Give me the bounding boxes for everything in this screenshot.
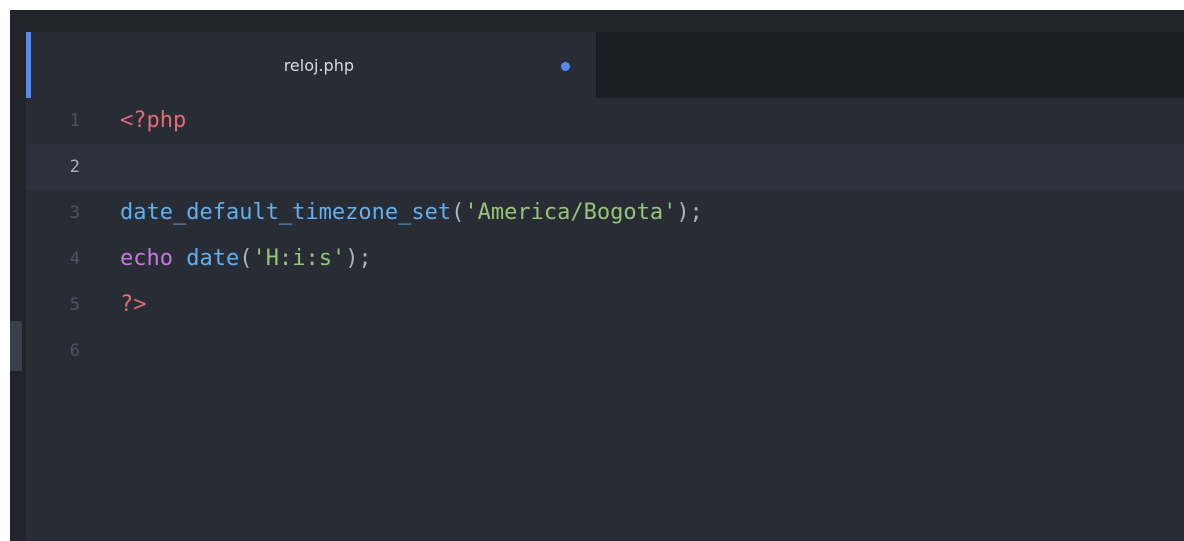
code-editor[interactable]: 1 <?php 2 3 date_default_timezone_set('A… [26,98,1184,541]
line-code[interactable]: echo date('H:i:s'); [120,236,372,282]
line-number: 6 [69,341,80,361]
function-name: date_default_timezone_set [120,200,452,225]
line-code[interactable]: date_default_timezone_set('America/Bogot… [120,190,703,236]
tab-title: reloj.php [283,56,354,75]
punctuation: ); [345,246,372,271]
line-number: 2 [69,157,80,177]
tab-reloj-php[interactable]: reloj.php [26,32,596,98]
tab-divider [596,32,597,98]
line-code[interactable]: ?> [120,282,147,328]
string-literal: 'America/Bogota' [464,200,677,225]
string-literal: 'H:i:s' [252,246,346,271]
php-close-tag: ?> [120,292,147,317]
window-left-margin [0,10,10,541]
keyword: echo [120,246,173,271]
code-line-6[interactable]: 6 [26,328,1184,374]
punctuation: ); [676,200,703,225]
code-line-1[interactable]: 1 <?php [26,98,1184,144]
left-gutter-edge [10,32,26,541]
punctuation: ( [239,246,253,271]
modified-dot-icon[interactable] [561,62,570,71]
line-number: 1 [69,111,80,131]
scrollbar-marker[interactable] [10,321,22,371]
function-name: date [186,246,240,271]
window-top-margin [0,0,1184,10]
code-line-4[interactable]: 4 echo date('H:i:s'); [26,236,1184,282]
line-number: 3 [69,203,80,223]
code-line-2[interactable]: 2 [26,144,1184,190]
code-line-3[interactable]: 3 date_default_timezone_set('America/Bog… [26,190,1184,236]
line-number: 5 [69,295,80,315]
editor-window: reloj.php 1 <?php 2 3 date_default_timez… [0,0,1184,541]
line-code[interactable]: <?php [120,98,186,144]
tab-bar: reloj.php [26,32,1184,98]
line-number: 4 [69,249,80,269]
title-area [10,10,1184,32]
punctuation: ( [451,200,465,225]
php-open-tag: <?php [120,108,187,133]
code-line-5[interactable]: 5 ?> [26,282,1184,328]
